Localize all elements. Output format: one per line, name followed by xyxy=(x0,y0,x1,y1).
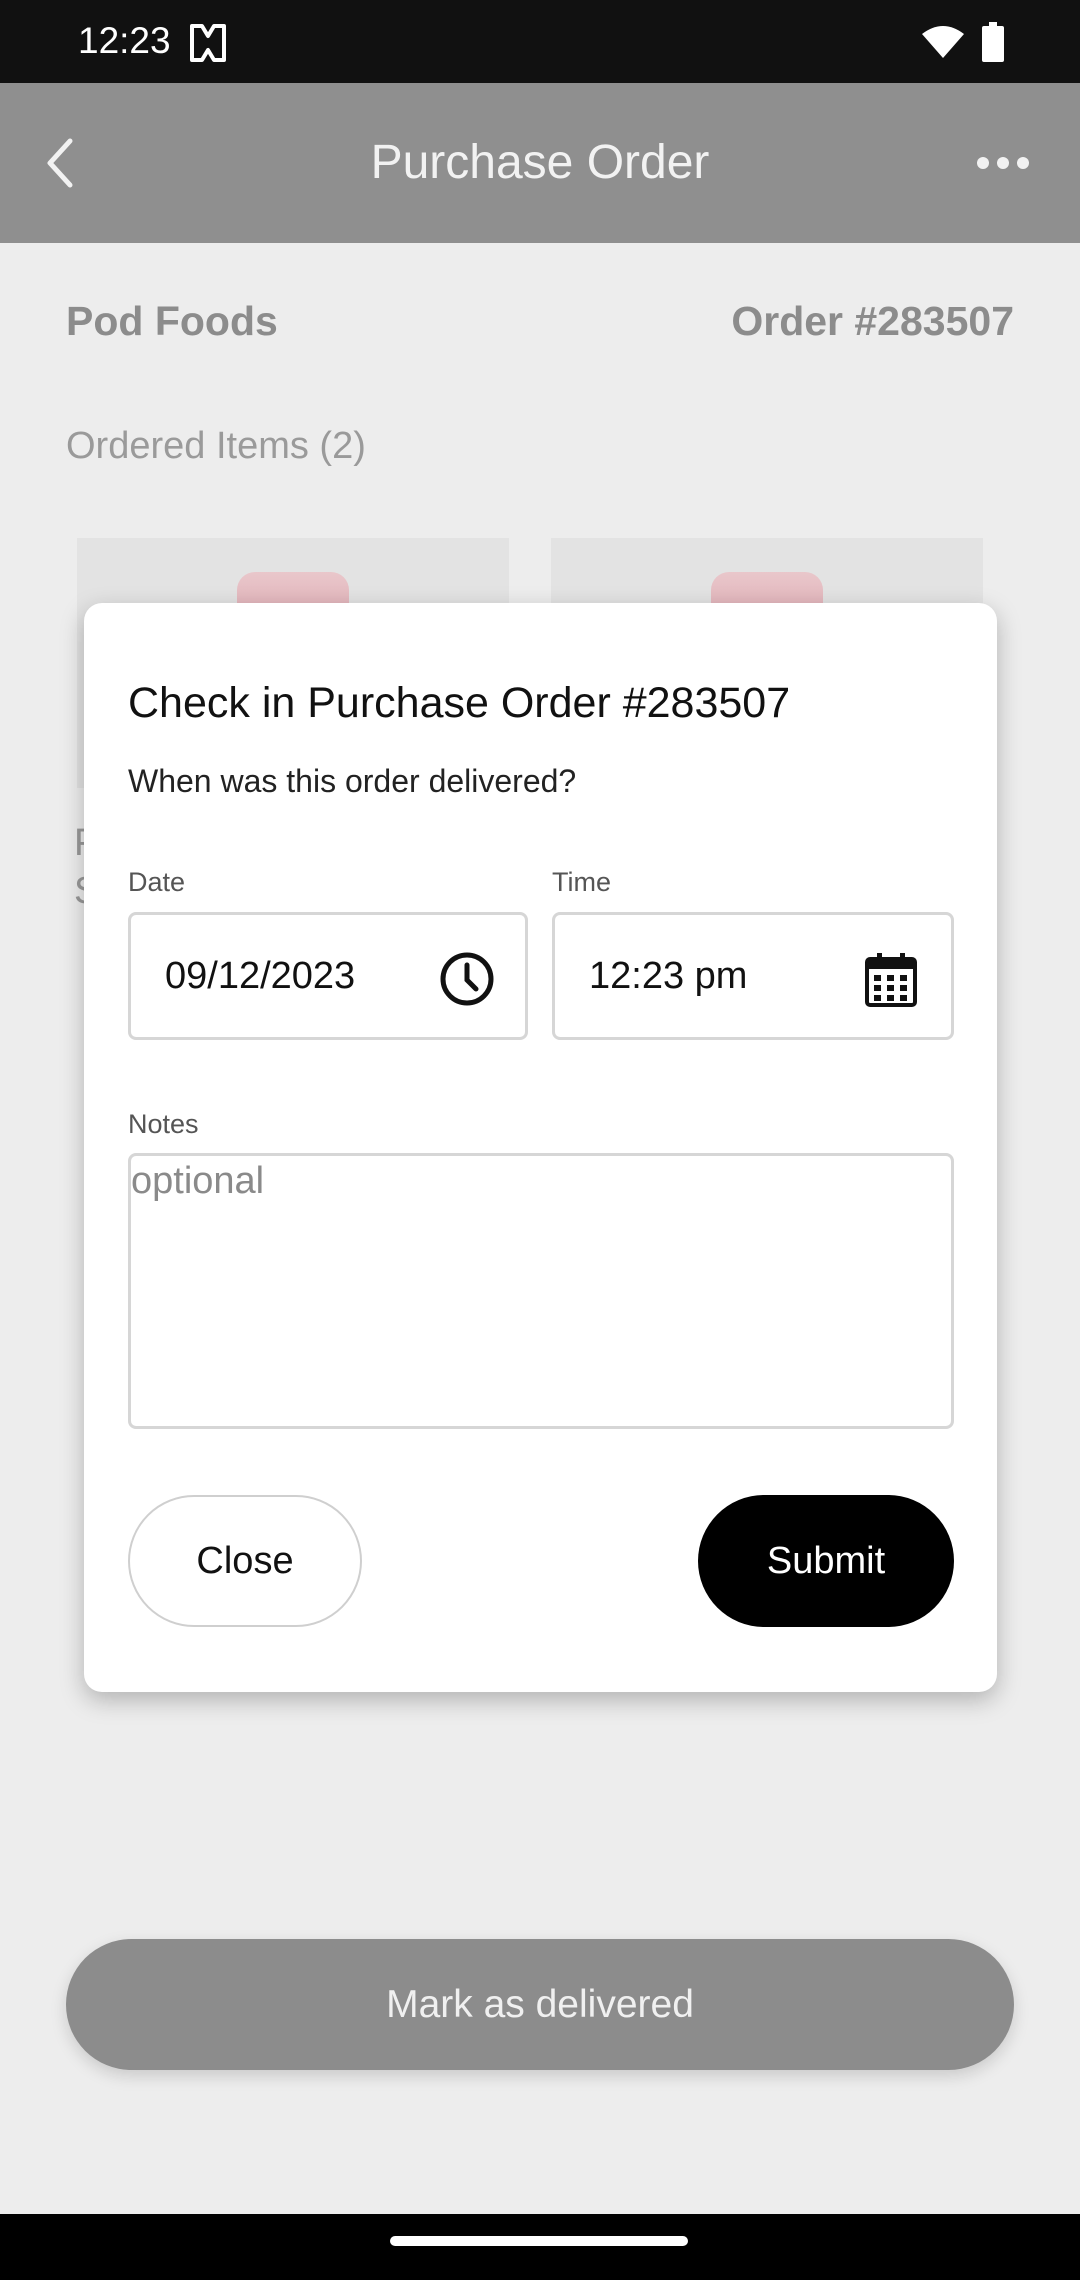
time-value: 12:23 pm xyxy=(589,955,748,997)
submit-button[interactable]: Submit xyxy=(698,1495,954,1627)
page-title: Purchase Order xyxy=(370,136,710,189)
time-label: Time xyxy=(552,867,611,897)
navigation-bar xyxy=(0,2214,1080,2280)
notes-field[interactable] xyxy=(128,1153,954,1429)
status-app-icon xyxy=(190,24,226,62)
battery-icon xyxy=(982,22,1004,62)
time-field[interactable]: 12:23 pm xyxy=(552,912,954,1040)
order-number: Order #283507 xyxy=(731,298,1014,344)
vendor-name: Pod Foods xyxy=(66,298,278,344)
status-bar: 12:23 xyxy=(0,0,1080,83)
app-bar: Purchase Order xyxy=(0,83,1080,243)
status-time: 12:23 xyxy=(78,20,171,61)
notes-label: Notes xyxy=(128,1109,199,1139)
close-button[interactable]: Close xyxy=(128,1495,362,1627)
wifi-icon xyxy=(922,26,964,58)
date-field[interactable]: 09/12/2023 xyxy=(128,912,528,1040)
calendar-icon[interactable] xyxy=(865,951,917,1007)
more-icon[interactable] xyxy=(975,147,1031,179)
dialog-subtitle: When was this order delivered? xyxy=(128,763,577,799)
date-label: Date xyxy=(128,867,186,897)
mark-as-delivered-button[interactable]: Mark as delivered xyxy=(66,1939,1014,2070)
ordered-items-heading: Ordered Items (2) xyxy=(66,425,366,467)
clock-icon[interactable] xyxy=(439,951,495,1007)
home-indicator[interactable] xyxy=(390,2236,688,2246)
dialog-title: Check in Purchase Order #283507 xyxy=(128,679,791,727)
date-value: 09/12/2023 xyxy=(165,955,356,997)
check-in-dialog: Check in Purchase Order #283507 When was… xyxy=(84,603,997,1692)
